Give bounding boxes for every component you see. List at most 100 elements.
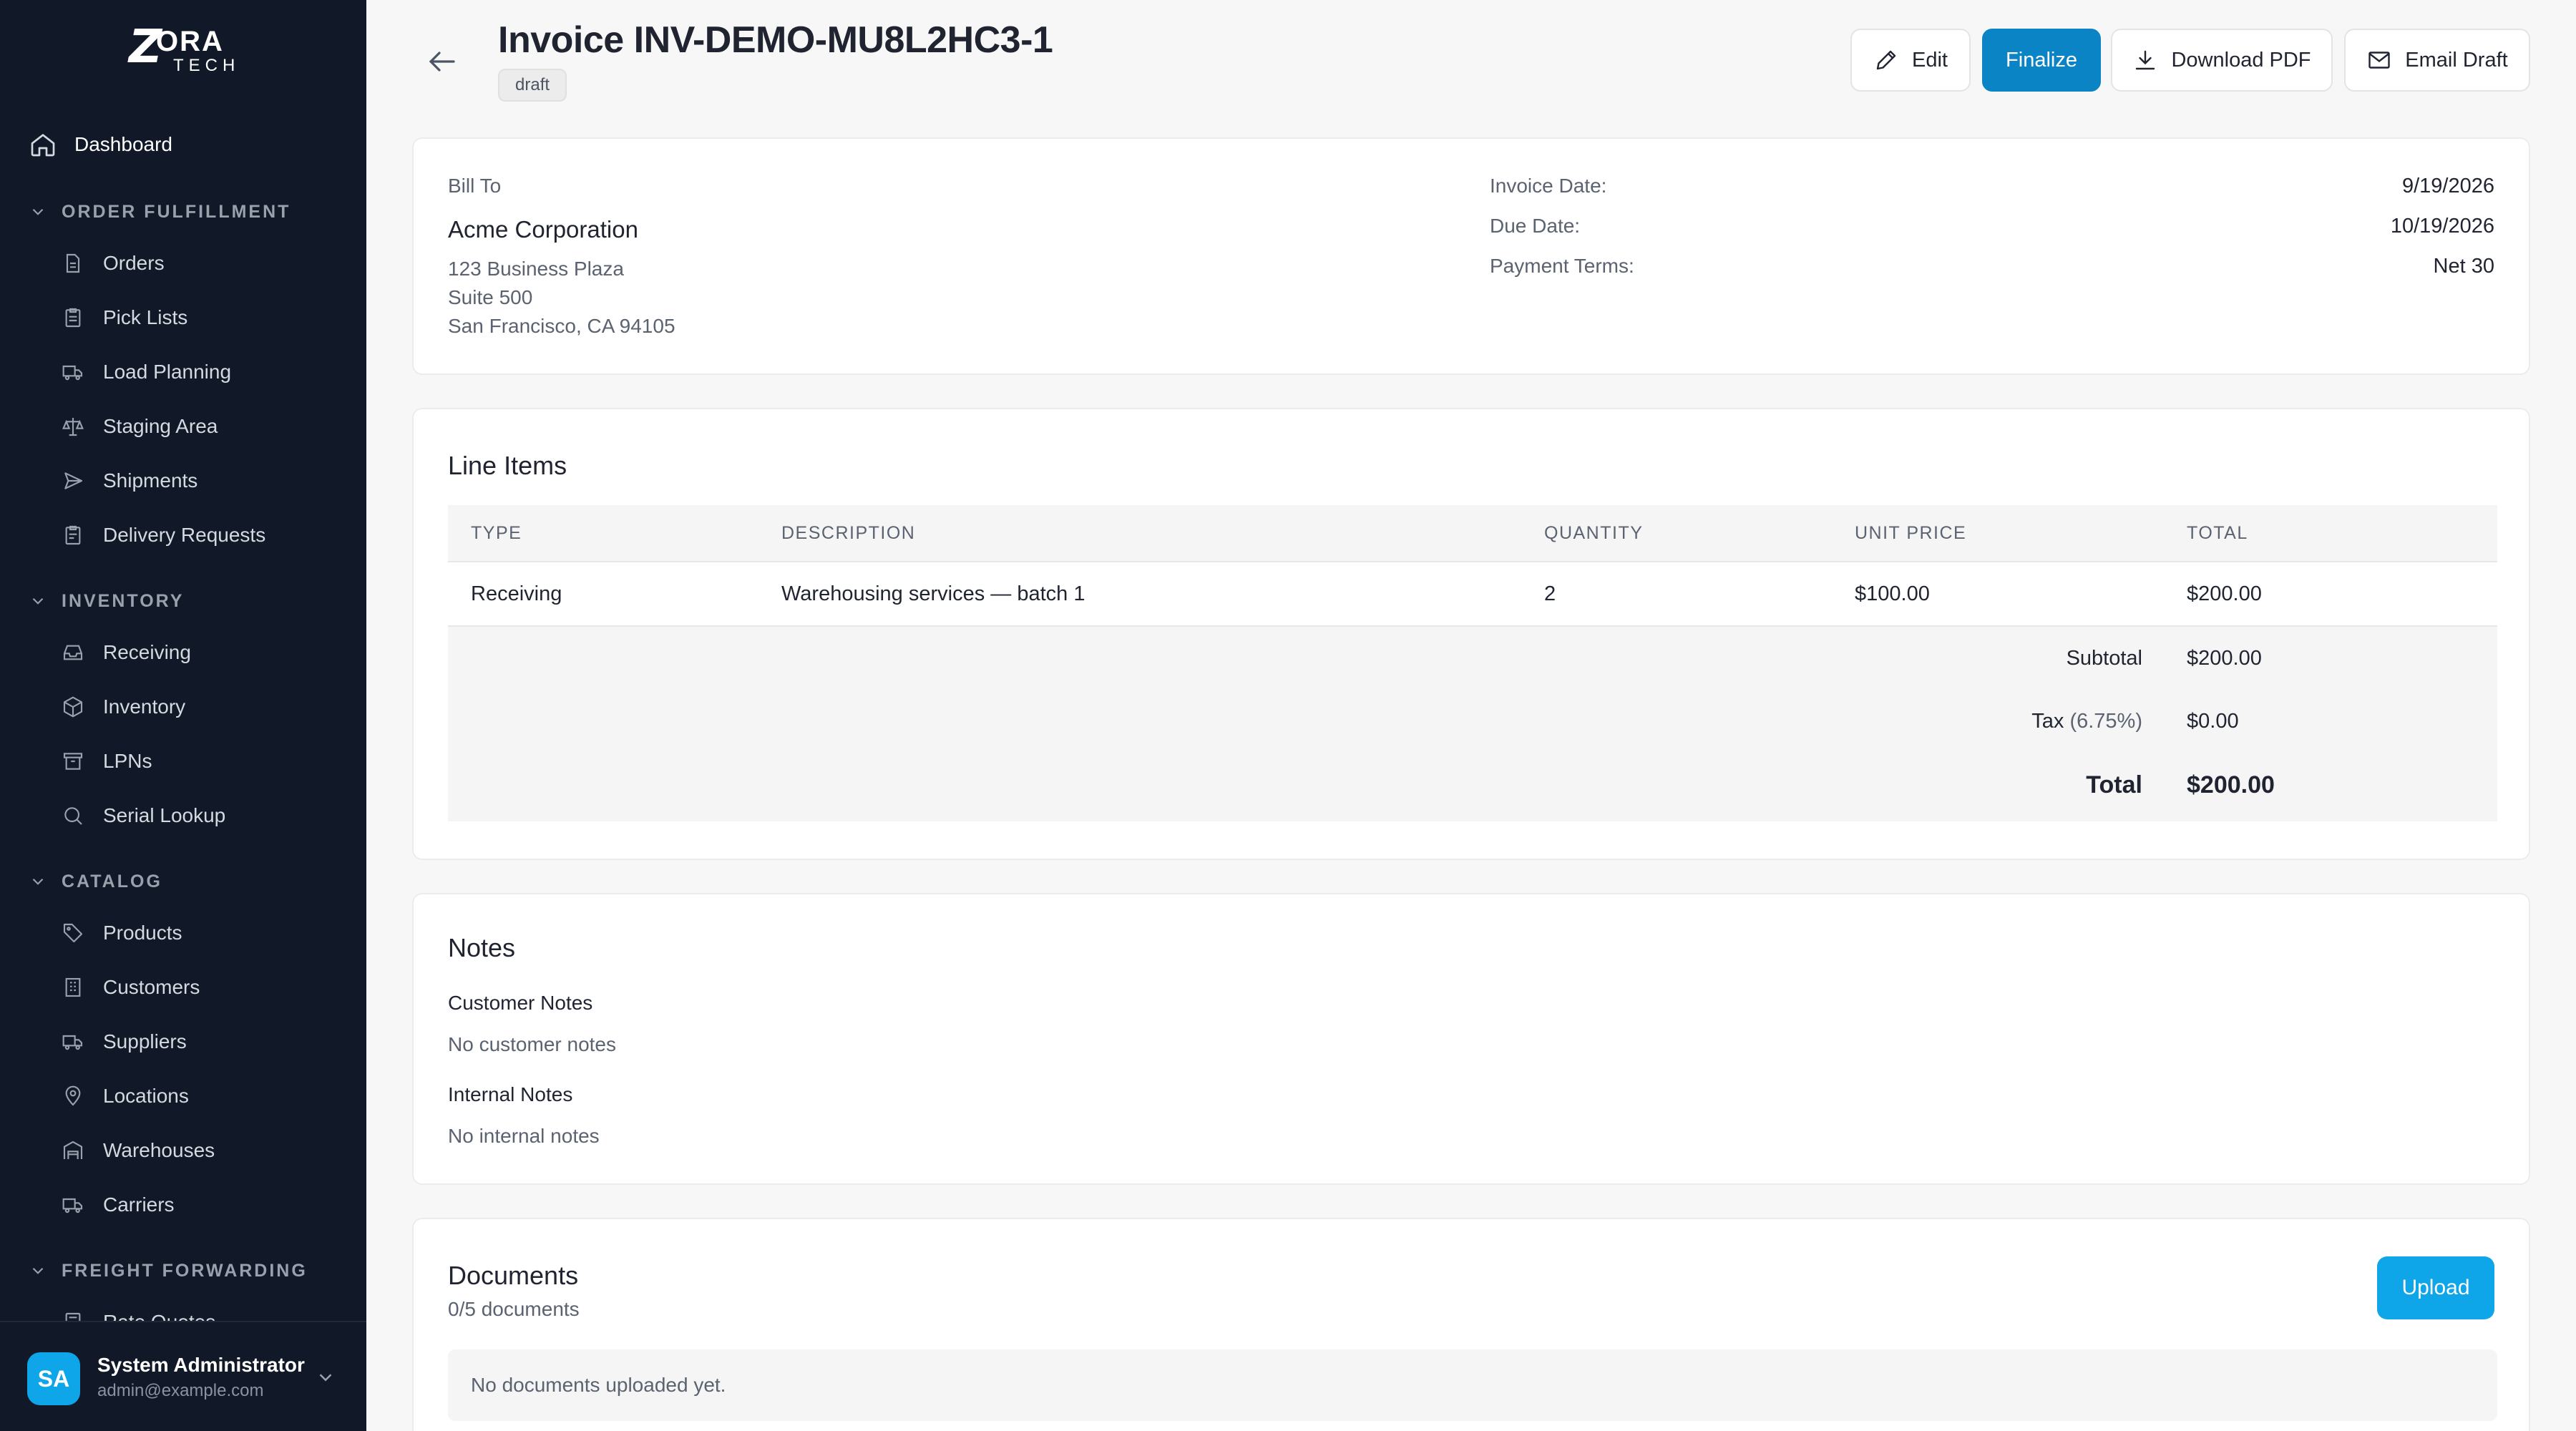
cell-type: Receiving (471, 582, 562, 605)
sidebar-item-label: Pick Lists (103, 306, 188, 328)
internal-notes-label: Internal Notes (448, 1083, 573, 1105)
sidebar-item-label: Serial Lookup (103, 804, 226, 826)
subtotal-label: Subtotal (2066, 647, 2142, 670)
sidebar-item-warehouses[interactable]: Warehouses (62, 1133, 215, 1168)
button-label: Download PDF (2171, 48, 2311, 72)
section-freight-forwarding[interactable]: FREIGHT FORWARDING (29, 1256, 308, 1285)
tax-rate: (6.75%) (2069, 710, 2142, 733)
user-email: admin@example.com (97, 1381, 264, 1400)
tax-label: Tax (2031, 710, 2064, 733)
chevron-down-icon (32, 878, 44, 885)
bill-to-company: Acme Corporation (448, 216, 638, 243)
section-label: INVENTORY (62, 590, 185, 611)
building-icon (65, 977, 81, 997)
home-icon (31, 134, 55, 157)
sidebar-item-orders[interactable]: Orders (62, 246, 165, 280)
cell-total: $200.00 (2187, 582, 2262, 605)
sidebar-item-locations[interactable]: Locations (62, 1079, 189, 1113)
cell-description: Warehousing services — batch 1 (781, 582, 1085, 605)
column-header-quantity: QUANTITY (1544, 522, 1644, 543)
line-items-table: TYPE DESCRIPTION QUANTITY UNIT PRICE TOT… (448, 505, 2497, 821)
download-icon (2136, 50, 2155, 70)
sidebar-item-label: Products (103, 922, 182, 944)
search-icon (64, 807, 82, 825)
warehouse-icon (63, 1141, 83, 1159)
sidebar-item-suppliers[interactable]: Suppliers (62, 1025, 187, 1059)
table-header: TYPE DESCRIPTION QUANTITY UNIT PRICE TOT… (448, 505, 2497, 562)
back-arrow-icon[interactable] (425, 44, 459, 79)
payment-terms-label: Payment Terms: (1490, 255, 1634, 277)
cell-quantity: 2 (1544, 582, 1556, 605)
edit-button[interactable]: Edit (1850, 29, 1971, 92)
send-icon (64, 472, 83, 489)
total-value: $200.00 (2187, 771, 2275, 798)
sidebar-item-customers[interactable]: Customers (62, 970, 200, 1005)
customer-notes-label: Customer Notes (448, 992, 593, 1014)
sidebar-item-shipments[interactable]: Shipments (62, 464, 197, 498)
section-label: ORDER FULFILLMENT (62, 201, 291, 222)
totals-section: Subtotal $200.00 Tax (6.75%) $0.00 Total… (448, 627, 2497, 821)
button-label: Edit (1912, 48, 1948, 72)
user-name: System Administrator (97, 1354, 305, 1376)
line-items-card: Line Items TYPE DESCRIPTION QUANTITY UNI… (412, 408, 2530, 860)
column-header-total: TOTAL (2187, 522, 2248, 543)
truck-icon (62, 1035, 83, 1050)
finalize-button[interactable]: Finalize (1982, 29, 2101, 92)
mail-icon (2368, 52, 2390, 69)
brand-logo[interactable]: Z ORA TECH (129, 24, 236, 74)
invoice-summary-card: Bill To Acme Corporation 123 Business Pl… (412, 137, 2530, 375)
download-pdf-button[interactable]: Download PDF (2111, 29, 2333, 92)
avatar: SA (27, 1352, 80, 1405)
sidebar-item-inventory[interactable]: Inventory (62, 690, 185, 724)
button-label: Finalize (2006, 48, 2077, 72)
logo-tech: TECH (173, 56, 240, 75)
chevron-down-icon (32, 208, 44, 215)
due-date-value: 10/19/2026 (2390, 215, 2494, 238)
payment-terms-value: Net 30 (2433, 255, 2494, 278)
sidebar-item-carriers[interactable]: Carriers (62, 1188, 175, 1222)
sidebar-item-label: Delivery Requests (103, 524, 266, 546)
invoice-date-label: Invoice Date: (1490, 175, 1607, 197)
section-order-fulfillment[interactable]: ORDER FULFILLMENT (29, 197, 291, 226)
section-label: CATALOG (62, 871, 162, 892)
sidebar-item-label: Suppliers (103, 1030, 187, 1053)
upload-button[interactable]: Upload (2377, 1256, 2494, 1319)
box-icon (63, 696, 83, 718)
sidebar-item-label: LPNs (103, 750, 152, 772)
clipboard-icon (65, 525, 81, 545)
sidebar-item-label: Locations (103, 1085, 189, 1107)
section-catalog[interactable]: CATALOG (29, 867, 162, 896)
due-date-label: Due Date: (1490, 215, 1581, 237)
section-inventory[interactable]: INVENTORY (29, 587, 184, 615)
truck-icon (62, 365, 83, 381)
sidebar-item-lpns[interactable]: LPNs (62, 744, 152, 778)
bill-to-label: Bill To (448, 175, 502, 197)
sidebar-item-delivery-requests[interactable]: Delivery Requests (62, 518, 265, 552)
sidebar-item-pick-lists[interactable]: Pick Lists (62, 301, 187, 335)
bill-to-address-line: Suite 500 (448, 286, 533, 308)
button-label: Email Draft (2405, 48, 2508, 72)
sidebar-item-serial-lookup[interactable]: Serial Lookup (62, 798, 225, 833)
sidebar-item-label: Customers (103, 976, 200, 998)
documents-card: Documents 0/5 documents Upload No docume… (412, 1218, 2530, 1431)
tax-label-group: Tax (6.75%) (2031, 710, 2142, 733)
document-icon (66, 253, 80, 273)
sidebar-item-load-planning[interactable]: Load Planning (62, 355, 231, 389)
clipboard-list-icon (65, 308, 81, 328)
internal-notes-value: No internal notes (448, 1125, 600, 1147)
sidebar-item-products[interactable]: Products (62, 916, 182, 950)
customer-notes-value: No customer notes (448, 1033, 616, 1055)
archive-icon (63, 753, 83, 770)
sidebar-item-dashboard[interactable]: Dashboard (29, 127, 172, 162)
page-title: Invoice INV-DEMO-MU8L2HC3-1 (498, 19, 1053, 61)
sidebar-item-label: Staging Area (103, 415, 218, 437)
sidebar-item-staging-area[interactable]: Staging Area (62, 409, 218, 444)
column-header-unit-price: UNIT PRICE (1855, 522, 1967, 543)
bill-to-address-line: San Francisco, CA 94105 (448, 315, 675, 337)
tax-value: $0.00 (2187, 710, 2239, 733)
email-draft-button[interactable]: Email Draft (2344, 29, 2530, 92)
column-header-description: DESCRIPTION (781, 522, 916, 543)
sidebar-item-receiving[interactable]: Receiving (62, 635, 191, 670)
total-label: Total (2086, 771, 2142, 798)
user-menu[interactable]: SA System Administrator admin@example.co… (0, 1321, 366, 1431)
